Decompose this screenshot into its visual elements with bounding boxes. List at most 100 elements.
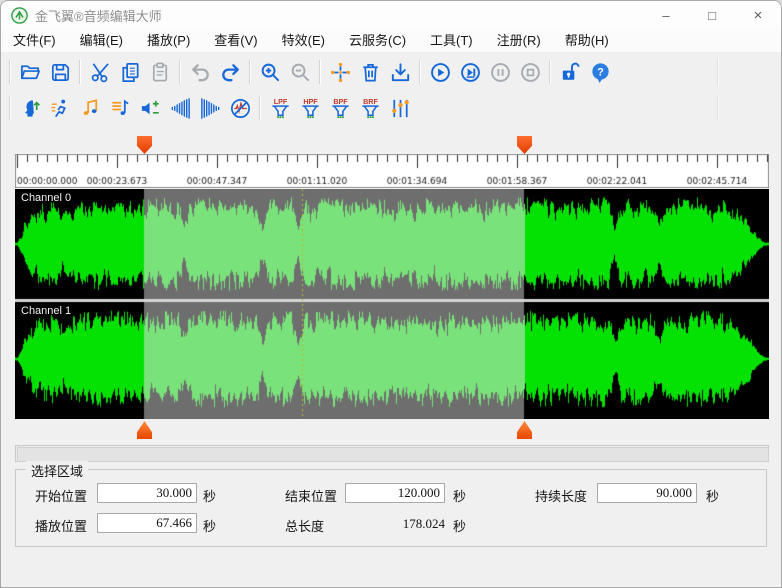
- beat-button[interactable]: [105, 93, 135, 123]
- denoise-icon: [229, 97, 252, 120]
- paste-button[interactable]: [145, 57, 175, 87]
- pause-button[interactable]: [485, 57, 515, 87]
- volume-adjust-button[interactable]: [135, 93, 165, 123]
- toolbar-separator: [259, 96, 261, 120]
- equalizer-button[interactable]: [385, 93, 415, 123]
- app-logo-icon: [11, 7, 28, 24]
- menu-view[interactable]: 查看(V): [202, 30, 269, 52]
- duration-unit: 秒: [706, 486, 719, 505]
- toolbar-edge-separator: [717, 95, 719, 121]
- denoise-button[interactable]: [225, 93, 255, 123]
- app-window: 金飞翼®音频编辑大师 – □ × 文件(F)编辑(E)播放(P)查看(V)特效(…: [0, 0, 782, 588]
- title-bar[interactable]: 金飞翼®音频编辑大师 – □ ×: [1, 1, 781, 29]
- waveform-display[interactable]: [15, 189, 769, 419]
- play-button[interactable]: [425, 57, 455, 87]
- menu-tools[interactable]: 工具(T): [418, 30, 485, 52]
- menu-cloud[interactable]: 云服务(C): [337, 30, 418, 52]
- channel-0-label: Channel 0: [21, 192, 71, 204]
- toolbar-separator: [249, 60, 251, 84]
- scissors-icon: [89, 61, 112, 84]
- end-position-label: 结束位置: [285, 486, 337, 505]
- menu-play[interactable]: 播放(P): [135, 30, 202, 52]
- redo-button[interactable]: [215, 57, 245, 87]
- zoom-in-button[interactable]: [255, 57, 285, 87]
- svg-text:BRF: BRF: [363, 98, 378, 106]
- end-position-input[interactable]: [345, 483, 445, 503]
- save-file-button[interactable]: [45, 57, 75, 87]
- toolbar-separator: [419, 60, 421, 84]
- redo-icon: [219, 61, 242, 84]
- start-position-input[interactable]: [97, 483, 197, 503]
- fade-in-button[interactable]: [165, 93, 195, 123]
- play-position-input[interactable]: [97, 513, 197, 533]
- selection-start-marker-top[interactable]: [137, 136, 152, 154]
- svg-text:LPF: LPF: [273, 98, 287, 106]
- filter-icon: LPF: [269, 97, 292, 120]
- play-selection-button[interactable]: [455, 57, 485, 87]
- stop-button[interactable]: [515, 57, 545, 87]
- band-reject-filter-button[interactable]: BRF: [355, 93, 385, 123]
- selection-panel-title: 选择区域: [26, 461, 88, 480]
- cut-button[interactable]: [85, 57, 115, 87]
- undo-button[interactable]: [185, 57, 215, 87]
- duration-label: 持续长度: [535, 486, 587, 505]
- fade-in-icon: [169, 97, 192, 120]
- scrollbar-thumb[interactable]: [17, 447, 769, 462]
- help-button[interactable]: ?: [585, 57, 615, 87]
- toolbar-grip: [9, 96, 11, 120]
- menu-bar: 文件(F)编辑(E)播放(P)查看(V)特效(E)云服务(C)工具(T)注册(R…: [1, 29, 781, 53]
- toolbar-separator: [179, 60, 181, 84]
- equalizer-icon: [389, 97, 412, 120]
- menu-file[interactable]: 文件(F): [1, 30, 68, 52]
- fade-out-icon: [199, 97, 222, 120]
- timeline-ruler[interactable]: [15, 154, 769, 188]
- low-pass-filter-button[interactable]: LPF: [265, 93, 295, 123]
- start-position-unit: 秒: [203, 486, 216, 505]
- menu-register[interactable]: 注册(R): [485, 30, 553, 52]
- pitch-change-button[interactable]: [75, 93, 105, 123]
- mix-button[interactable]: [325, 57, 355, 87]
- save-icon: [49, 61, 72, 84]
- maximize-button[interactable]: □: [689, 1, 735, 29]
- zoom-out-button[interactable]: [285, 57, 315, 87]
- menu-edit[interactable]: 编辑(E): [68, 30, 135, 52]
- lock-button[interactable]: [555, 57, 585, 87]
- insert-button[interactable]: [385, 57, 415, 87]
- unlock-icon: [559, 61, 582, 84]
- filter-icon: BRF: [359, 97, 382, 120]
- voice-change-button[interactable]: [15, 93, 45, 123]
- stop-icon: [519, 61, 542, 84]
- duration-input[interactable]: [597, 483, 697, 503]
- selection-end-marker-bottom[interactable]: [517, 421, 532, 439]
- svg-text:BPF: BPF: [333, 98, 348, 106]
- waveform-area: Channel 0 Channel 1: [15, 189, 769, 419]
- selection-end-marker-top[interactable]: [517, 136, 532, 154]
- total-length-label: 总长度: [285, 516, 324, 535]
- close-button[interactable]: ×: [735, 1, 781, 29]
- menu-help[interactable]: 帮助(H): [553, 30, 621, 52]
- horizontal-scrollbar[interactable]: [15, 445, 769, 462]
- delete-selection-button[interactable]: [355, 57, 385, 87]
- open-file-button[interactable]: [15, 57, 45, 87]
- tempo-change-button[interactable]: [45, 93, 75, 123]
- pause-icon: [489, 61, 512, 84]
- play-selection-icon: [459, 61, 482, 84]
- paste-icon: [149, 61, 172, 84]
- copy-button[interactable]: [115, 57, 145, 87]
- channel-1-label: Channel 1: [21, 305, 71, 317]
- volume-icon: [139, 97, 162, 120]
- total-length-unit: 秒: [453, 516, 466, 535]
- toolbar-effects: LPF HPF BPF BRF: [1, 91, 781, 125]
- toolbar-separator: [319, 60, 321, 84]
- selection-start-marker-bottom[interactable]: [137, 421, 152, 439]
- high-pass-filter-button[interactable]: HPF: [295, 93, 325, 123]
- minimize-button[interactable]: –: [643, 1, 689, 29]
- help-icon: ?: [589, 61, 612, 84]
- fade-out-button[interactable]: [195, 93, 225, 123]
- copy-icon: [119, 61, 142, 84]
- mix-icon: [329, 61, 352, 84]
- filter-icon: HPF: [299, 97, 322, 120]
- band-pass-filter-button[interactable]: BPF: [325, 93, 355, 123]
- menu-effects[interactable]: 特效(E): [270, 30, 337, 52]
- end-position-unit: 秒: [453, 486, 466, 505]
